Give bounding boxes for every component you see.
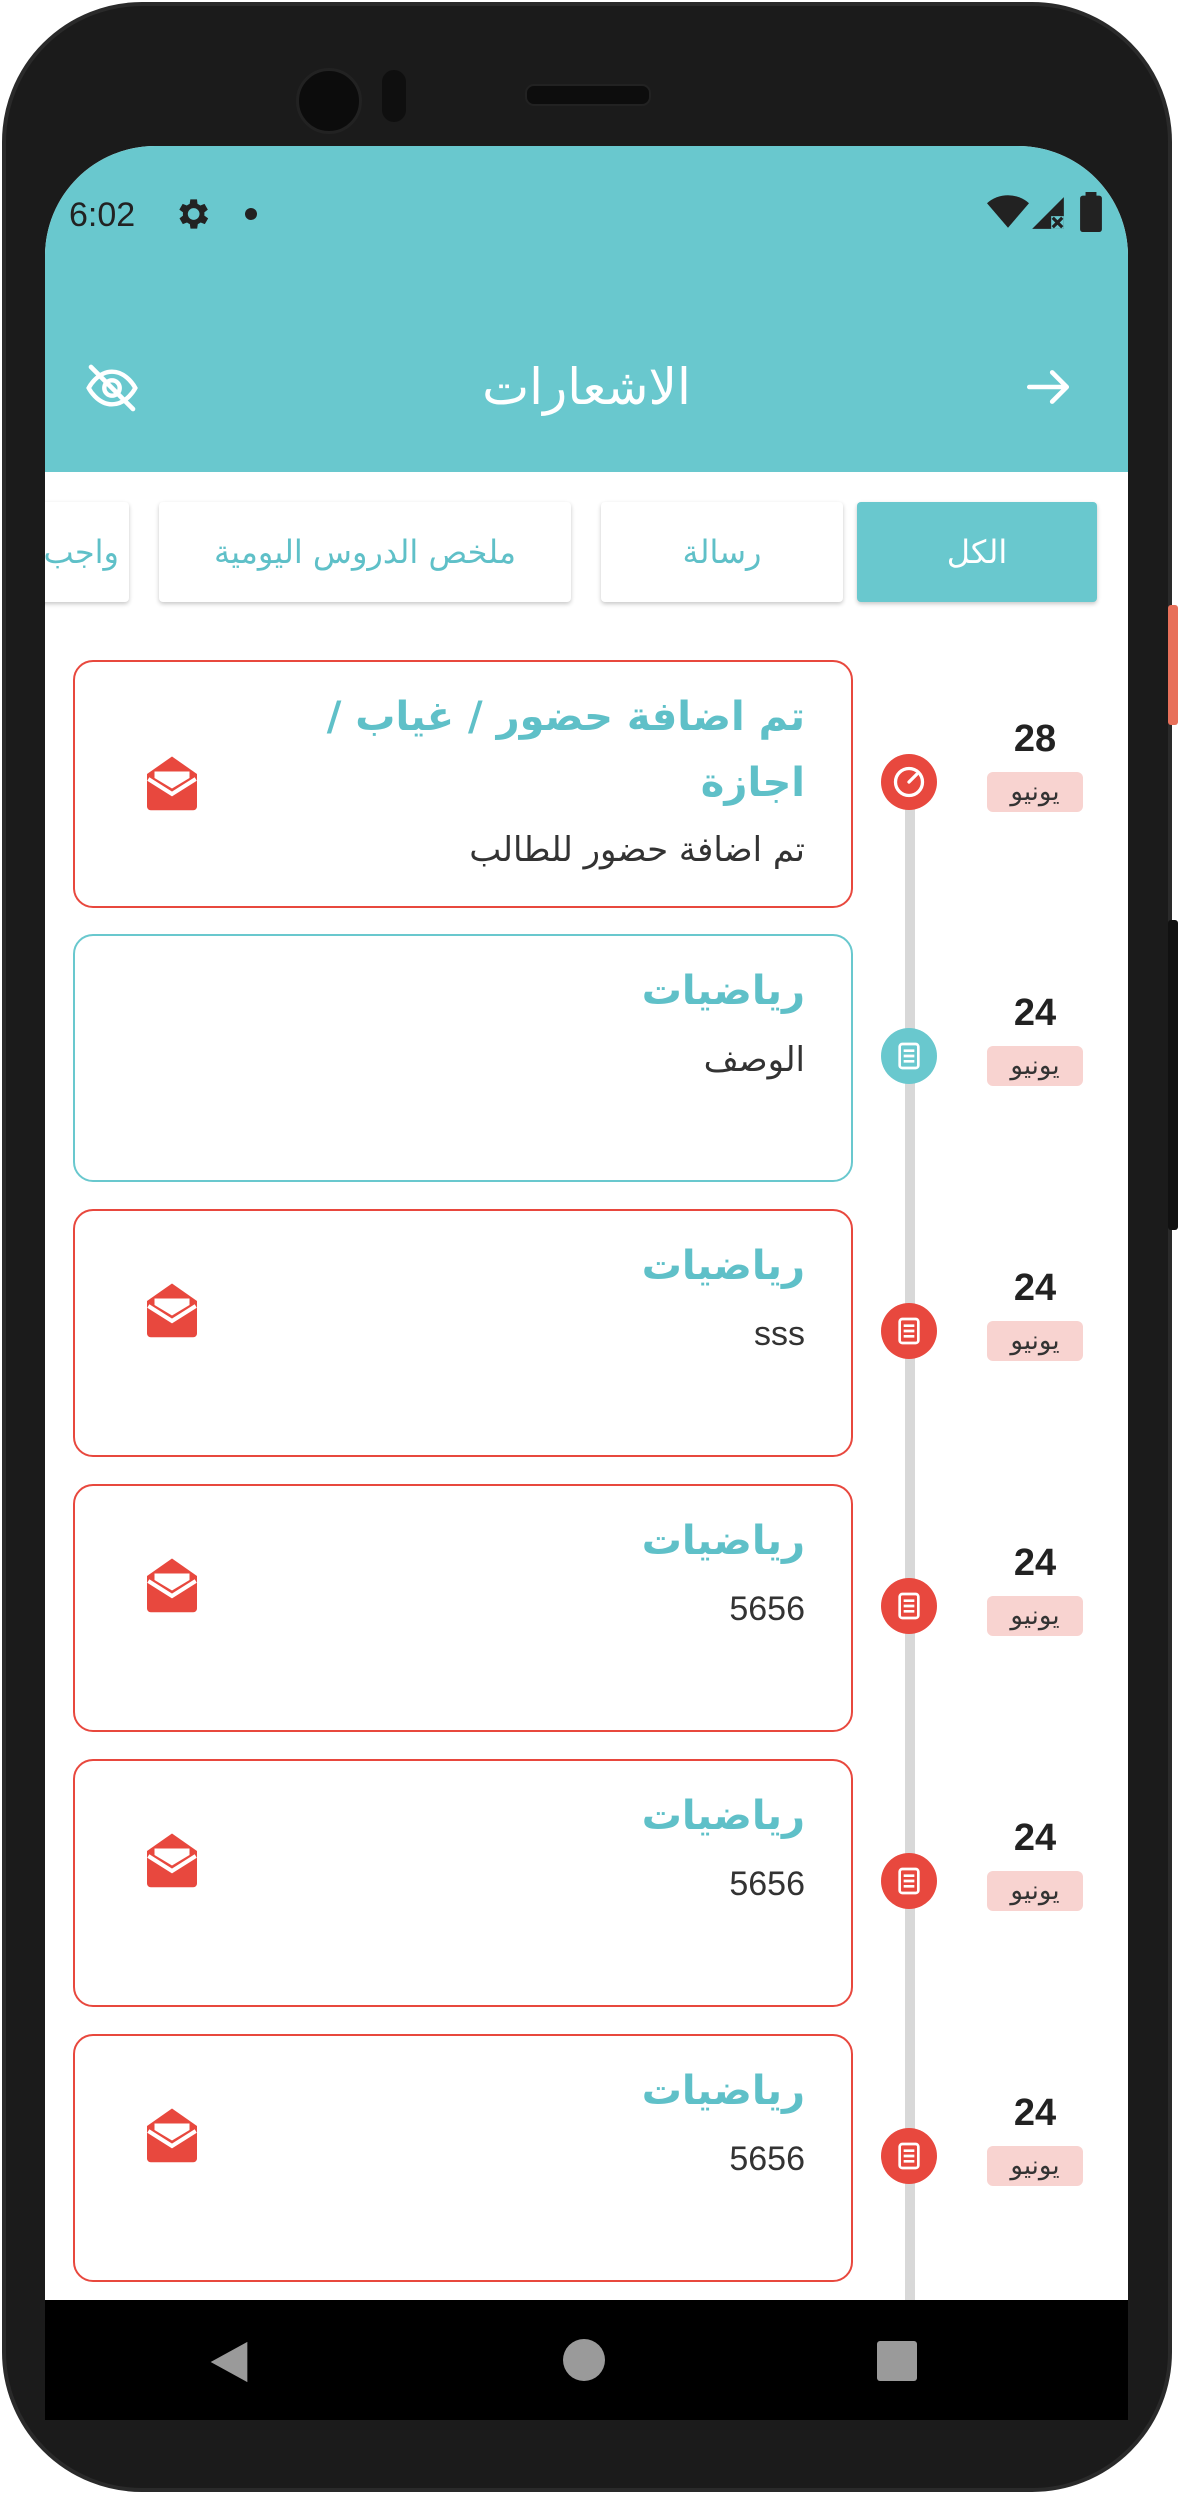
- battery-icon: [1080, 192, 1102, 232]
- notification-description: 5656: [729, 2140, 805, 2178]
- nav-back-icon[interactable]: [207, 2338, 251, 2386]
- notification-item[interactable]: رياضيات 5656 24 يونيو: [45, 1484, 1128, 1734]
- document-icon: [881, 2128, 937, 2184]
- date-day: 24: [1013, 1817, 1057, 1859]
- notification-title: رياضيات: [641, 1518, 805, 1564]
- notification-dot-icon: [245, 208, 257, 220]
- open-envelope-icon[interactable]: [141, 2106, 203, 2166]
- notification-title: رياضيات: [641, 1793, 805, 1839]
- notification-title: تم اضافة حضور / غياب / اجازة: [326, 694, 805, 806]
- date-month: يونيو: [987, 1321, 1083, 1361]
- tab-message[interactable]: رسالة: [601, 502, 843, 602]
- document-icon: [881, 1853, 937, 1909]
- notification-card[interactable]: تم اضافة حضور / غياب / اجازة تم اضافة حض…: [73, 660, 853, 908]
- date-month: يونيو: [987, 1871, 1083, 1911]
- notification-card[interactable]: رياضيات الوصف: [73, 934, 853, 1182]
- proximity-sensor: [382, 70, 406, 122]
- date-day: 24: [1013, 2092, 1057, 2134]
- notification-item[interactable]: رياضيات 5656 24 يونيو: [45, 1759, 1128, 2009]
- notification-card[interactable]: رياضيات sss: [73, 1209, 853, 1457]
- date-month: يونيو: [987, 1046, 1083, 1086]
- open-envelope-icon[interactable]: [141, 1831, 203, 1891]
- notification-item[interactable]: رياضيات sss 24 يونيو: [45, 1209, 1128, 1459]
- notification-card[interactable]: رياضيات 5656: [73, 1484, 853, 1732]
- date-month: يونيو: [987, 772, 1083, 812]
- notification-item[interactable]: رياضيات 5656 24 يونيو: [45, 2034, 1128, 2284]
- notification-item[interactable]: رياضيات الوصف 24 يونيو: [45, 934, 1128, 1184]
- app-screen: 6:02 الاشعارات الكل رسالة ملخص الدروس ال…: [45, 146, 1128, 2300]
- power-button: [1168, 605, 1178, 725]
- arrow-right-icon[interactable]: [1019, 362, 1077, 412]
- notification-title: رياضيات: [641, 1243, 805, 1289]
- app-header: 6:02 الاشعارات: [45, 146, 1128, 472]
- cell-signal-icon: [1032, 197, 1064, 229]
- document-icon: [881, 1578, 937, 1634]
- wifi-icon: [987, 195, 1029, 228]
- date-day: 24: [1013, 1267, 1057, 1309]
- status-time: 6:02: [69, 196, 136, 234]
- nav-home-icon[interactable]: [563, 2339, 605, 2381]
- date-day: 24: [1013, 1542, 1057, 1584]
- settings-gear-icon: [179, 199, 209, 229]
- volume-button: [1168, 920, 1178, 1230]
- date-day: 28: [1013, 718, 1057, 760]
- date-month: يونيو: [987, 1596, 1083, 1636]
- date-month: يونيو: [987, 2146, 1083, 2186]
- earpiece-speaker: [525, 84, 651, 106]
- nav-recents-icon[interactable]: [877, 2341, 917, 2381]
- open-envelope-icon[interactable]: [141, 1556, 203, 1616]
- page-title: الاشعارات: [482, 358, 691, 416]
- notification-title: رياضيات: [641, 968, 805, 1014]
- notification-description: 5656: [729, 1865, 805, 1903]
- device-frame: 6:02 الاشعارات الكل رسالة ملخص الدروس ال…: [0, 0, 1178, 2498]
- document-icon: [881, 1303, 937, 1359]
- notification-description: sss: [754, 1315, 805, 1353]
- document-icon: [881, 1028, 937, 1084]
- notification-description: 5656: [729, 1590, 805, 1628]
- tab-all[interactable]: الكل: [857, 502, 1097, 602]
- notification-card[interactable]: رياضيات 5656: [73, 2034, 853, 2282]
- notification-description: الوصف: [703, 1040, 805, 1080]
- tab-homework[interactable]: واجب: [45, 502, 129, 602]
- notification-title: رياضيات: [641, 2068, 805, 2114]
- tab-daily-lessons-summary[interactable]: ملخص الدروس اليومية: [159, 502, 571, 602]
- filter-tabs: الكل رسالة ملخص الدروس اليومية واجب: [45, 502, 1128, 608]
- notification-item[interactable]: تم اضافة حضور / غياب / اجازة تم اضافة حض…: [45, 660, 1128, 910]
- open-envelope-icon[interactable]: [141, 754, 203, 814]
- notification-description: تم اضافة حضور للطالب: [469, 830, 805, 870]
- clock-icon: [881, 754, 937, 810]
- open-envelope-icon[interactable]: [141, 1281, 203, 1341]
- front-camera: [296, 68, 362, 134]
- notification-card[interactable]: رياضيات 5656: [73, 1759, 853, 2007]
- date-day: 24: [1013, 992, 1057, 1034]
